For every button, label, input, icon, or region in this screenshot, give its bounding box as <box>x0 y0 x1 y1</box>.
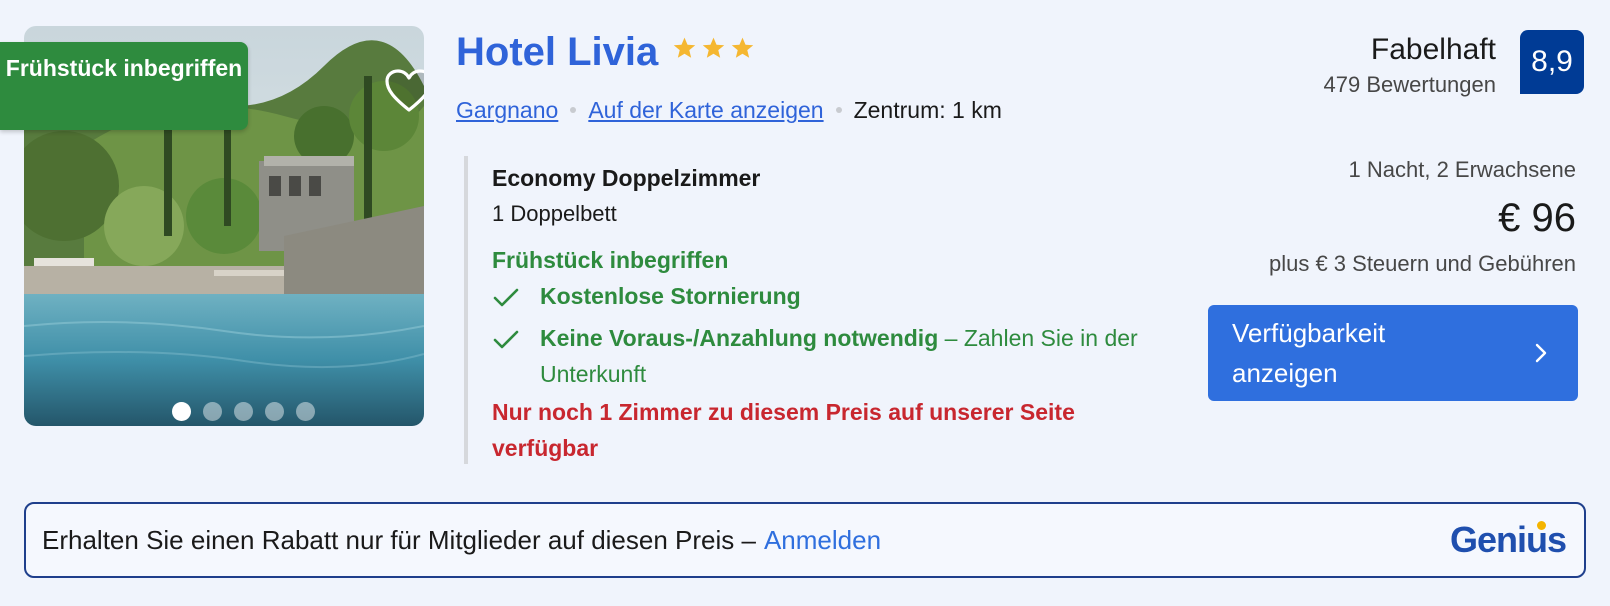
star-rating <box>672 36 755 61</box>
carousel-dot-5[interactable] <box>296 402 315 421</box>
star-icon <box>731 37 754 58</box>
star-icon <box>673 37 696 58</box>
no-prepayment-bold: Keine Voraus-/Anzahlung notwendig <box>540 325 939 351</box>
room-type: Economy Doppelzimmer <box>492 165 761 191</box>
free-cancellation-text: Kostenlose Stornierung <box>540 283 801 309</box>
show-availability-label: Verfügbarkeit anzeigen <box>1232 318 1386 388</box>
chevron-right-icon <box>1535 343 1547 363</box>
favorite-heart-icon[interactable] <box>384 68 424 114</box>
carousel-dot-1[interactable] <box>172 402 191 421</box>
genius-discount-banner: Erhalten Sie einen Rabatt nur für Mitgli… <box>24 502 1586 578</box>
carousel-dot-3[interactable] <box>234 402 253 421</box>
check-icon <box>492 278 520 320</box>
location-row: Gargnano Auf der Karte anzeigen Zentrum:… <box>456 94 1002 126</box>
hotel-title[interactable]: Hotel Livia <box>456 28 658 76</box>
distance-to-center: Zentrum: 1 km <box>853 97 1002 123</box>
show-on-map-link[interactable]: Auf der Karte anzeigen <box>588 94 823 126</box>
scarcity-message: Nur noch 1 Zimmer zu diesem Preis auf un… <box>492 399 1075 461</box>
free-cancellation-perk: Kostenlose Stornierung <box>492 278 1154 320</box>
genius-logo: Genius <box>1449 519 1567 561</box>
no-prepayment-text: Keine Voraus-/Anzahlung notwendig – Zahl… <box>540 320 1154 392</box>
taxes-fees: plus € 3 Steuern und Gebühren <box>1268 251 1576 276</box>
separator-dot <box>835 107 842 113</box>
carousel-dots <box>172 402 315 421</box>
occupancy-info: 1 Nacht, 2 Erwachsene <box>1348 157 1576 182</box>
breakfast-included-badge: Frühstück inbegriffen <box>0 42 248 130</box>
carousel-dot-2[interactable] <box>203 402 222 421</box>
review-score-badge[interactable]: 8,9 <box>1520 30 1584 94</box>
bed-info: 1 Doppelbett <box>492 201 617 226</box>
review-count[interactable]: 479 Bewertungen <box>1324 70 1496 100</box>
genius-discount-text: Erhalten Sie einen Rabatt nur für Mitgli… <box>42 524 756 555</box>
carousel-dot-4[interactable] <box>265 402 284 421</box>
sign-in-link[interactable]: Anmelden <box>764 525 881 556</box>
genius-logo-text: Genius <box>1449 519 1567 560</box>
show-availability-button[interactable]: Verfügbarkeit anzeigen <box>1208 305 1578 401</box>
review-word[interactable]: Fabelhaft <box>1371 32 1496 68</box>
star-icon <box>702 37 725 58</box>
separator-dot <box>570 107 577 113</box>
price: € 96 <box>1498 196 1576 240</box>
check-icon <box>492 320 520 392</box>
city-link[interactable]: Gargnano <box>456 94 558 126</box>
room-details: Economy Doppelzimmer 1 Doppelbett Frühst… <box>464 156 1154 464</box>
breakfast-included-text: Frühstück inbegriffen <box>492 247 729 273</box>
no-prepayment-perk: Keine Voraus-/Anzahlung notwendig – Zahl… <box>492 320 1154 392</box>
